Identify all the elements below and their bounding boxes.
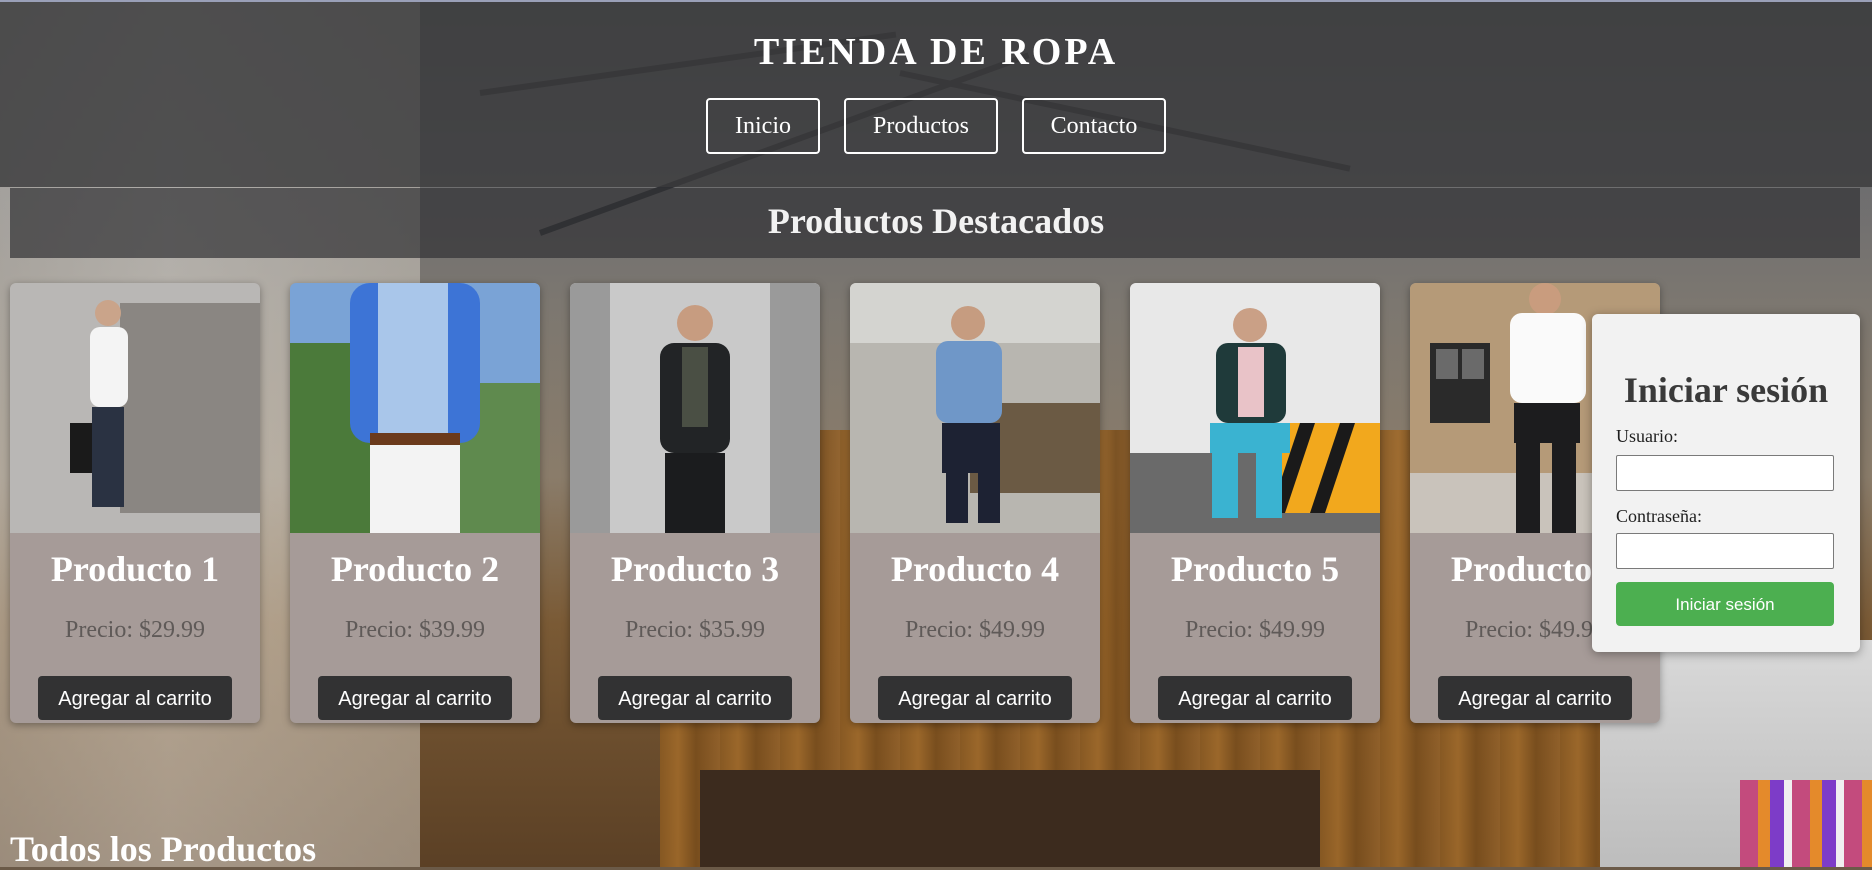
- product-photo: [570, 283, 820, 533]
- product-photo: [10, 283, 260, 533]
- nav-link-inicio[interactable]: Inicio: [706, 98, 820, 154]
- background-clothes-rack: [1740, 780, 1872, 867]
- product-card: Producto 5 Precio: $49.99 Agregar al car…: [1130, 283, 1380, 723]
- login-button[interactable]: Iniciar sesión: [1616, 582, 1834, 626]
- add-to-cart-button[interactable]: Agregar al carrito: [598, 676, 792, 720]
- product-photo: [290, 283, 540, 533]
- product-price: Precio: $35.99: [625, 617, 765, 643]
- product-name: Producto 5: [1170, 549, 1340, 589]
- product-photo: [1130, 283, 1380, 533]
- main-nav: Inicio Productos Contacto: [0, 98, 1872, 154]
- product-name: Producto 2: [330, 549, 500, 589]
- product-image: [570, 283, 820, 533]
- product-card: Producto 4 Precio: $49.99 Agregar al car…: [850, 283, 1100, 723]
- all-products-heading: Todos los Productos: [10, 829, 317, 869]
- add-to-cart-button[interactable]: Agregar al carrito: [1158, 676, 1352, 720]
- product-card: Producto 3 Precio: $35.99 Agregar al car…: [570, 283, 820, 723]
- featured-heading: Productos Destacados: [767, 201, 1105, 241]
- product-price: Precio: $29.99: [65, 617, 205, 643]
- password-label: Contraseña:: [1616, 506, 1702, 526]
- product-image: [290, 283, 540, 533]
- password-input[interactable]: [1616, 533, 1834, 569]
- add-to-cart-button[interactable]: Agregar al carrito: [38, 676, 232, 720]
- site-header: TIENDA DE ROPA Inicio Productos Contacto: [0, 0, 1872, 187]
- product-image: [850, 283, 1100, 533]
- login-title: Iniciar sesión: [1623, 370, 1829, 410]
- nav-link-productos[interactable]: Productos: [844, 98, 998, 154]
- nav-link-contacto[interactable]: Contacto: [1022, 98, 1166, 154]
- product-price: Precio: $49.99: [1185, 617, 1325, 643]
- product-card: Producto 1 Precio: $29.99 Agregar al car…: [10, 283, 260, 723]
- product-photo: [850, 283, 1100, 533]
- product-price: Precio: $49.99: [905, 617, 1045, 643]
- login-panel: Iniciar sesión Usuario: Contraseña: Inic…: [1592, 314, 1860, 652]
- username-label: Usuario:: [1616, 426, 1678, 446]
- add-to-cart-button[interactable]: Agregar al carrito: [1438, 676, 1632, 720]
- product-name: Producto 1: [50, 549, 220, 589]
- add-to-cart-button[interactable]: Agregar al carrito: [318, 676, 512, 720]
- background-counter: [700, 770, 1320, 867]
- product-name: Producto 3: [610, 549, 780, 589]
- product-image: [1130, 283, 1380, 533]
- product-card: Producto 2 Precio: $39.99 Agregar al car…: [290, 283, 540, 723]
- product-price: Precio: $39.99: [345, 617, 485, 643]
- product-image: [10, 283, 260, 533]
- product-name: Producto 4: [890, 549, 1060, 589]
- username-input[interactable]: [1616, 455, 1834, 491]
- add-to-cart-button[interactable]: Agregar al carrito: [878, 676, 1072, 720]
- site-title: TIENDA DE ROPA: [753, 31, 1119, 73]
